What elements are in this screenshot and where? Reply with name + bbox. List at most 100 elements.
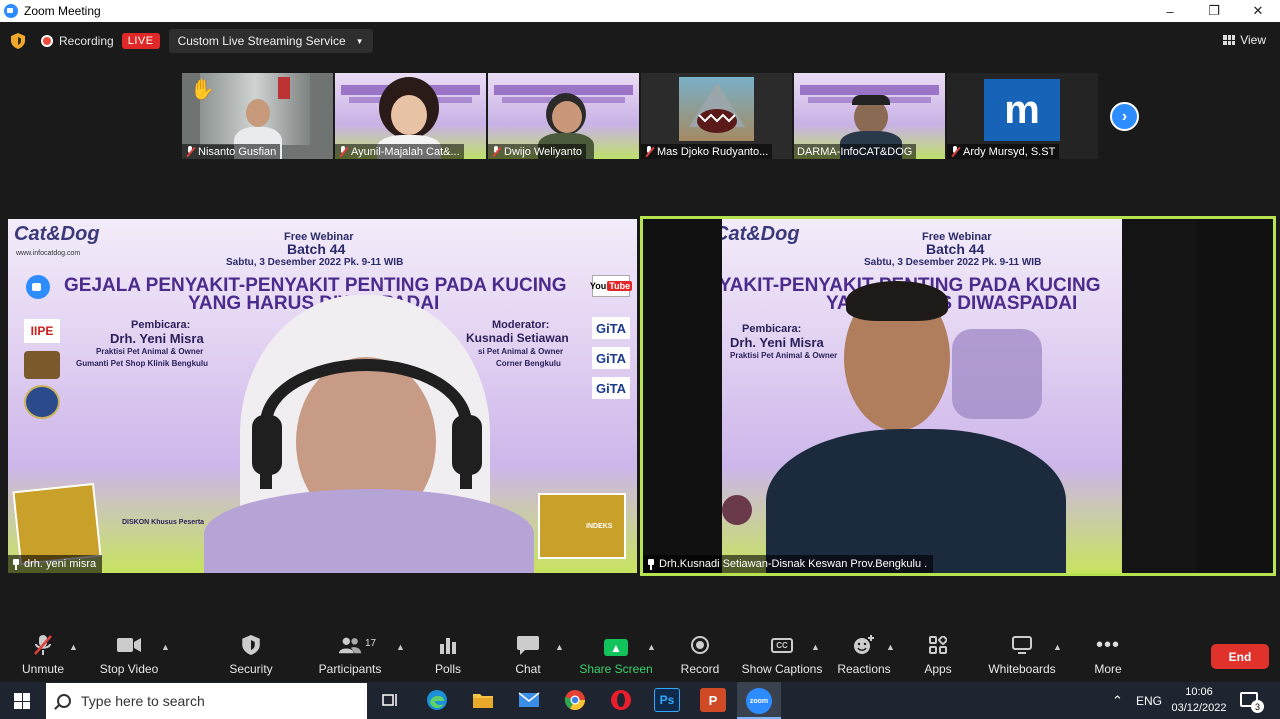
zoom-taskbar-icon[interactable]: zoom	[746, 688, 772, 714]
avatar: m	[984, 79, 1060, 141]
participant-name-tag: DARMA-InfoCAT&DOG	[794, 144, 917, 159]
chrome-browser-icon[interactable]	[562, 688, 588, 712]
next-page-arrow-icon[interactable]: ›	[1110, 102, 1139, 131]
reactions-button[interactable]: Reactions	[837, 628, 891, 682]
participant-name-tag: drh. yeni misra	[8, 555, 103, 573]
participant-thumbnail[interactable]: Mas Djoko Rudyanto...	[641, 73, 792, 159]
zoom-logo-icon	[26, 275, 50, 299]
opera-browser-icon[interactable]	[608, 688, 634, 712]
language-indicator[interactable]: ENG	[1136, 682, 1162, 719]
show-captions-button[interactable]: CC Show Captions	[742, 628, 822, 682]
video-options-caret-icon[interactable]: ▲	[161, 642, 170, 652]
participant-name-tag: Dwijo Weliyanto	[488, 144, 587, 159]
participant-thumbnail[interactable]: ✋ Nisanto Gusfian	[182, 73, 333, 159]
participant-name: DARMA-InfoCAT&DOG	[797, 145, 913, 158]
taskbar-search-box[interactable]: Type here to search	[46, 683, 367, 719]
stop-video-button[interactable]: Stop Video	[98, 628, 160, 682]
reactions-label: Reactions	[837, 662, 891, 676]
taskbar-clock[interactable]: 10:06 03/12/2022	[1168, 684, 1230, 716]
plant-pot-shape	[722, 495, 752, 525]
moderator-clinic: Corner Bengkulu	[496, 359, 561, 368]
participant-thumbnail[interactable]: DARMA-InfoCAT&DOG	[794, 73, 945, 159]
smiley-plus-icon	[852, 634, 876, 656]
meeting-toolbar: Unmute ▲ Stop Video ▲ Security Participa…	[0, 628, 1280, 682]
file-explorer-icon[interactable]	[470, 688, 496, 712]
participants-button[interactable]: Participants	[318, 628, 382, 682]
windows-start-icon[interactable]	[14, 693, 30, 709]
raised-hand-icon: ✋	[190, 79, 215, 101]
apps-label: Apps	[924, 662, 952, 676]
task-view-icon[interactable]	[377, 688, 403, 712]
security-button[interactable]: Security	[226, 628, 276, 682]
video-tile-active-speaker[interactable]: Cat&Dog Free Webinar Batch 44 Sabtu, 3 D…	[640, 216, 1276, 576]
banner-date: Sabtu, 3 Desember 2022 Pk. 9-11 WIB	[864, 257, 1042, 268]
participant-thumbnail[interactable]: Dwijo Weliyanto	[488, 73, 639, 159]
tray-chevron-up-icon[interactable]: ⌃	[1112, 682, 1123, 719]
whiteboards-label: Whiteboards	[988, 662, 1056, 676]
powerpoint-icon[interactable]: P	[700, 688, 726, 712]
whiteboards-button[interactable]: Whiteboards	[986, 628, 1058, 682]
recording-label[interactable]: Recording	[59, 34, 114, 48]
live-badge[interactable]: LIVE	[121, 33, 160, 49]
participant-thumbnail[interactable]: Ayunil-Majalah Cat&...	[335, 73, 486, 159]
speaker-name: Drh. Yeni Misra	[110, 331, 204, 346]
caret-down-icon: ▼	[355, 36, 364, 46]
participant-name: drh. yeni misra	[24, 558, 97, 570]
indeks-label: INDEKS	[586, 523, 613, 530]
audio-options-caret-icon[interactable]: ▲	[69, 642, 78, 652]
unmute-button[interactable]: Unmute	[18, 628, 68, 682]
recording-dot-icon	[41, 35, 53, 47]
headphone-ear-left	[252, 415, 282, 475]
chat-button[interactable]: Chat	[508, 628, 548, 682]
moderator-title: Moderator:	[492, 319, 550, 331]
view-button[interactable]: View	[1223, 33, 1266, 47]
mic-muted-icon	[185, 146, 195, 157]
participant-thumbnail-strip: ✋ Nisanto Gusfian Ayunil-Majalah Cat&...	[182, 73, 1098, 159]
end-meeting-button[interactable]: End	[1211, 644, 1269, 669]
minimize-button[interactable]: –	[1148, 0, 1192, 22]
participant-name-tag: Nisanto Gusfian	[182, 144, 281, 159]
mic-muted-icon	[950, 146, 960, 157]
chat-options-caret-icon[interactable]: ▲	[555, 642, 564, 652]
record-button[interactable]: Record	[678, 628, 722, 682]
apps-button[interactable]: Apps	[918, 628, 958, 682]
close-button[interactable]: ✕	[1236, 0, 1280, 22]
grid-view-icon	[1223, 35, 1236, 45]
share-screen-arrow-icon: ▲	[604, 639, 628, 656]
more-button[interactable]: ••• More	[1088, 628, 1128, 682]
apps-icon	[926, 634, 950, 656]
share-screen-button[interactable]: ▲ Share Screen	[579, 628, 653, 682]
whiteboards-options-caret-icon[interactable]: ▲	[1053, 642, 1062, 652]
search-placeholder: Type here to search	[81, 693, 205, 709]
org-logo-icon	[24, 351, 60, 379]
participant-thumbnail[interactable]: m Ardy Mursyd, S.ST	[947, 73, 1098, 159]
participant-name: Ayunil-Majalah Cat&...	[351, 145, 460, 158]
video-tile-speaker[interactable]: Cat&Dog www.infocatdog.com Free Webinar …	[8, 219, 637, 573]
seal-logo-icon	[24, 385, 60, 419]
security-shield-icon[interactable]	[11, 33, 25, 49]
stop-video-label: Stop Video	[99, 662, 159, 676]
ipe-logo: IIPE	[24, 319, 60, 343]
more-dots-icon: •••	[1096, 633, 1121, 656]
speaker-title: Pembicara:	[131, 319, 191, 331]
chat-bubble-icon	[516, 634, 540, 656]
maximize-button[interactable]: ❐	[1192, 0, 1236, 22]
mail-icon[interactable]	[516, 688, 542, 712]
edge-browser-icon[interactable]	[424, 688, 450, 712]
participant-name: Ardy Mursyd, S.ST	[963, 145, 1056, 158]
polls-button[interactable]: Polls	[428, 628, 468, 682]
gita-studio-logo: GiTA	[592, 377, 630, 399]
share-options-caret-icon[interactable]: ▲	[647, 642, 656, 652]
discount-label: DISKON Khusus Peserta	[122, 519, 205, 526]
captions-options-caret-icon[interactable]: ▲	[811, 642, 820, 652]
photoshop-icon[interactable]: Ps	[654, 688, 680, 712]
participants-count: 17	[365, 638, 377, 649]
speaker-title: Pembicara:	[742, 323, 802, 335]
participants-options-caret-icon[interactable]: ▲	[396, 642, 405, 652]
participant-name: Nisanto Gusfian	[198, 145, 277, 158]
reactions-options-caret-icon[interactable]: ▲	[886, 642, 895, 652]
meeting-status-bar: Recording LIVE Custom Live Streaming Ser…	[0, 22, 1280, 60]
banner-site: www.infocatdog.com	[16, 250, 81, 257]
live-streaming-dropdown[interactable]: Custom Live Streaming Service ▼	[168, 29, 373, 53]
video-camera-icon	[117, 634, 141, 656]
